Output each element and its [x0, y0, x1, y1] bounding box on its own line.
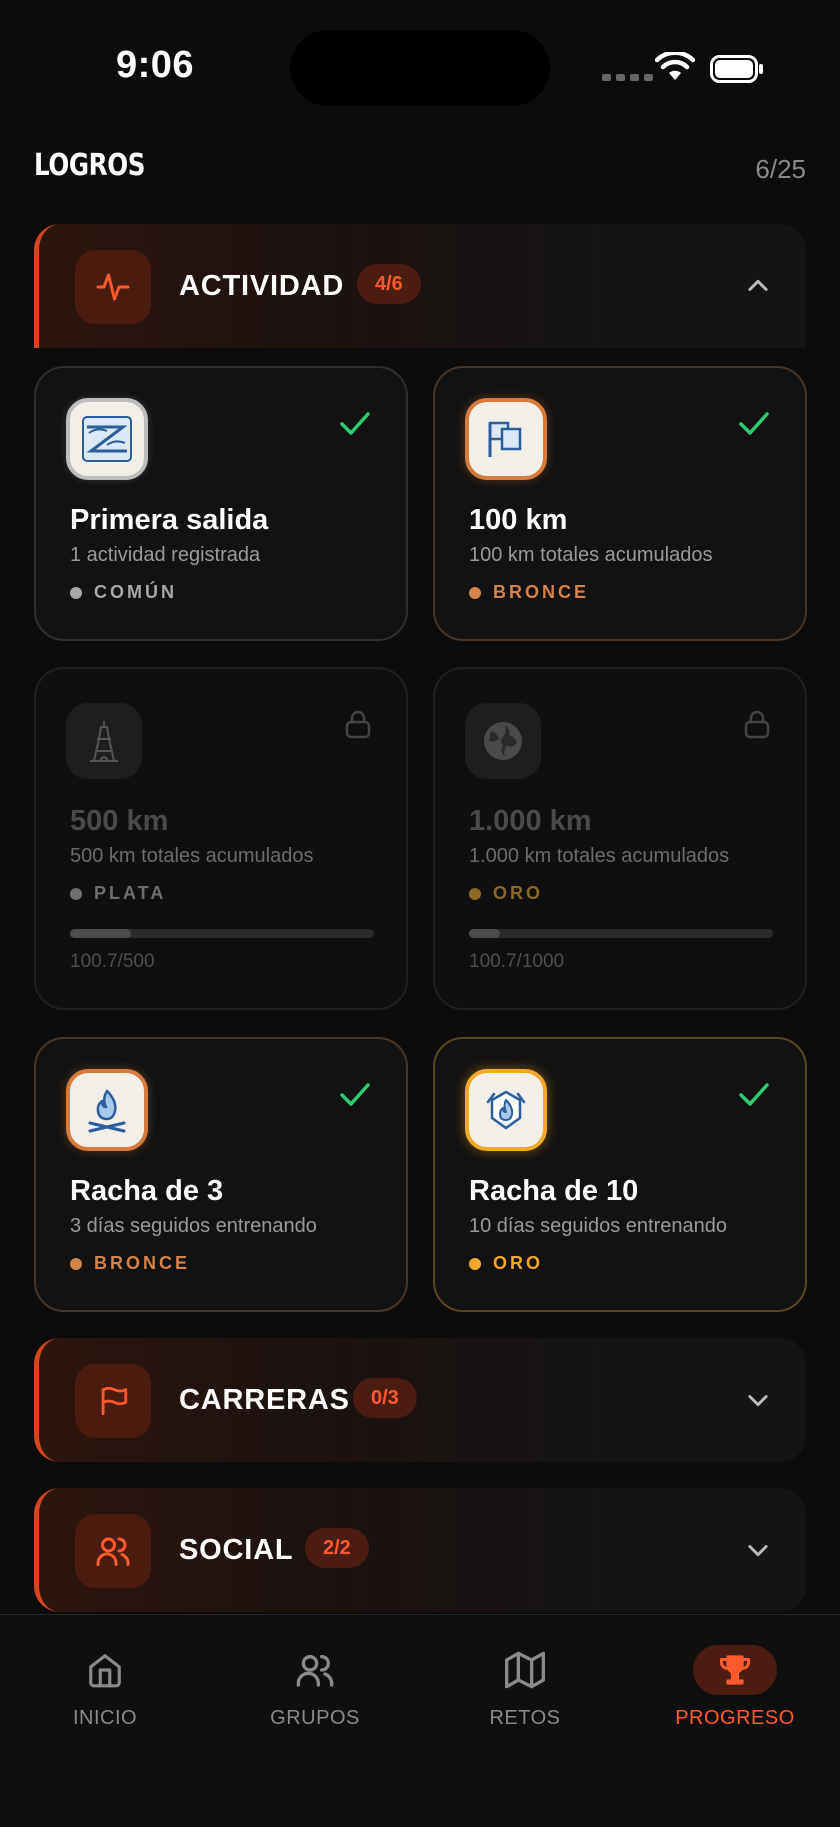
tier-dot — [469, 887, 481, 900]
achievement-card[interactable]: Racha de 3 3 días seguidos entrenando BR… — [34, 1037, 408, 1312]
section-count-badge: 0/3 — [353, 1378, 417, 1418]
campfire-icon — [66, 1069, 148, 1151]
wifi-icon — [655, 52, 695, 80]
check-icon — [340, 412, 370, 435]
tier-text: COMÚN — [94, 582, 177, 602]
tab-progreso[interactable]: PROGRESO — [630, 1615, 840, 1745]
progress-text: 100.7/500 — [70, 951, 155, 972]
page-title: LOGROS — [34, 148, 146, 183]
tab-inicio[interactable]: INICIO — [0, 1615, 210, 1745]
trophy-icon — [693, 1645, 777, 1695]
achievement-title: 500 km — [70, 805, 169, 837]
achievements-count: 6/25 — [755, 154, 806, 184]
tier-label: PLATA — [70, 883, 166, 904]
users-icon — [273, 1645, 357, 1695]
tab-label: PROGRESO — [675, 1707, 795, 1729]
shoe-icon — [66, 398, 148, 480]
tier-text: ORO — [493, 883, 544, 903]
progress-text: 100.7/1000 — [469, 951, 565, 972]
eiffel-tower-icon — [66, 703, 142, 779]
progress-bar — [70, 929, 374, 938]
tier-label: BRONCE — [70, 1253, 190, 1274]
tab-label: RETOS — [489, 1707, 561, 1729]
lock-icon — [345, 710, 371, 739]
tier-label: ORO — [469, 1253, 543, 1274]
tab-label: INICIO — [72, 1707, 138, 1729]
activity-icon — [75, 250, 151, 324]
section-label: SOCIAL — [179, 1534, 294, 1566]
section-label: CARRERAS — [179, 1384, 350, 1416]
achievement-card[interactable]: 500 km 500 km totales acumulados PLATA 1… — [34, 667, 408, 1010]
check-icon — [739, 1083, 769, 1106]
section-header-actividad[interactable]: ACTIVIDAD 4/6 — [34, 224, 806, 348]
home-icon — [63, 1645, 147, 1695]
achievement-description: 1 actividad registrada — [70, 544, 261, 566]
section-label: ACTIVIDAD — [179, 270, 345, 302]
tier-dot — [70, 586, 82, 599]
check-icon — [340, 1083, 370, 1106]
check-icon — [739, 412, 769, 435]
battery-icon — [710, 55, 763, 83]
progress-fill — [70, 929, 132, 938]
bottom-tab-bar: INICIO GRUPOS RETOS PROGRESO — [0, 1614, 840, 1827]
status-bar: 9:06 — [0, 0, 840, 130]
tier-dot — [70, 887, 82, 900]
users-icon — [75, 1514, 151, 1588]
tab-label: GRUPOS — [270, 1707, 360, 1729]
tier-text: PLATA — [94, 883, 167, 903]
tier-label: COMÚN — [70, 582, 177, 603]
achievement-description: 500 km totales acumulados — [70, 845, 314, 867]
section-header-social[interactable]: SOCIAL 2/2 — [34, 1488, 806, 1612]
achievement-description: 10 días seguidos entrenando — [469, 1215, 727, 1237]
tier-text: ORO — [493, 1253, 544, 1273]
tier-dot — [469, 1257, 481, 1270]
chevron-down-icon[interactable] — [744, 1536, 772, 1564]
section-count-badge: 4/6 — [357, 264, 421, 304]
section-count-badge: 2/2 — [305, 1528, 369, 1568]
flame-shield-icon — [465, 1069, 547, 1151]
achievement-card[interactable]: Racha de 10 10 días seguidos entrenando … — [433, 1037, 807, 1312]
progress-bar — [469, 929, 773, 938]
tier-dot — [70, 1257, 82, 1270]
tier-text: BRONCE — [94, 1253, 191, 1273]
tier-dot — [469, 586, 481, 599]
status-time: 9:06 — [116, 44, 195, 86]
flag-icon — [465, 398, 547, 480]
chevron-up-icon[interactable] — [744, 272, 772, 300]
achievement-card[interactable]: 100 km 100 km totales acumulados BRONCE — [433, 366, 807, 641]
chevron-down-icon[interactable] — [744, 1386, 772, 1414]
tab-retos[interactable]: RETOS — [420, 1615, 630, 1745]
globe-icon — [465, 703, 541, 779]
progress-fill — [469, 929, 500, 938]
achievement-title: 1.000 km — [469, 805, 592, 837]
achievement-title: Racha de 10 — [469, 1175, 639, 1207]
achievement-description: 3 días seguidos entrenando — [70, 1215, 317, 1237]
achievement-card[interactable]: 1.000 km 1.000 km totales acumulados ORO… — [433, 667, 807, 1010]
tier-label: ORO — [469, 883, 543, 904]
tier-text: BRONCE — [493, 582, 590, 602]
achievement-title: Racha de 3 — [70, 1175, 224, 1207]
achievement-title: 100 km — [469, 504, 568, 536]
achievement-description: 1.000 km totales acumulados — [469, 845, 730, 867]
tab-grupos[interactable]: GRUPOS — [210, 1615, 420, 1745]
achievement-title: Primera salida — [70, 504, 269, 536]
flag-outline-icon — [75, 1364, 151, 1438]
map-icon — [483, 1645, 567, 1695]
achievement-card[interactable]: Primera salida 1 actividad registrada CO… — [34, 366, 408, 641]
dynamic-island — [290, 30, 550, 106]
lock-icon — [744, 710, 770, 739]
cellular-signal-icon — [602, 74, 653, 81]
achievement-description: 100 km totales acumulados — [469, 544, 713, 566]
tier-label: BRONCE — [469, 582, 589, 603]
section-header-carreras[interactable]: CARRERAS 0/3 — [34, 1338, 806, 1462]
